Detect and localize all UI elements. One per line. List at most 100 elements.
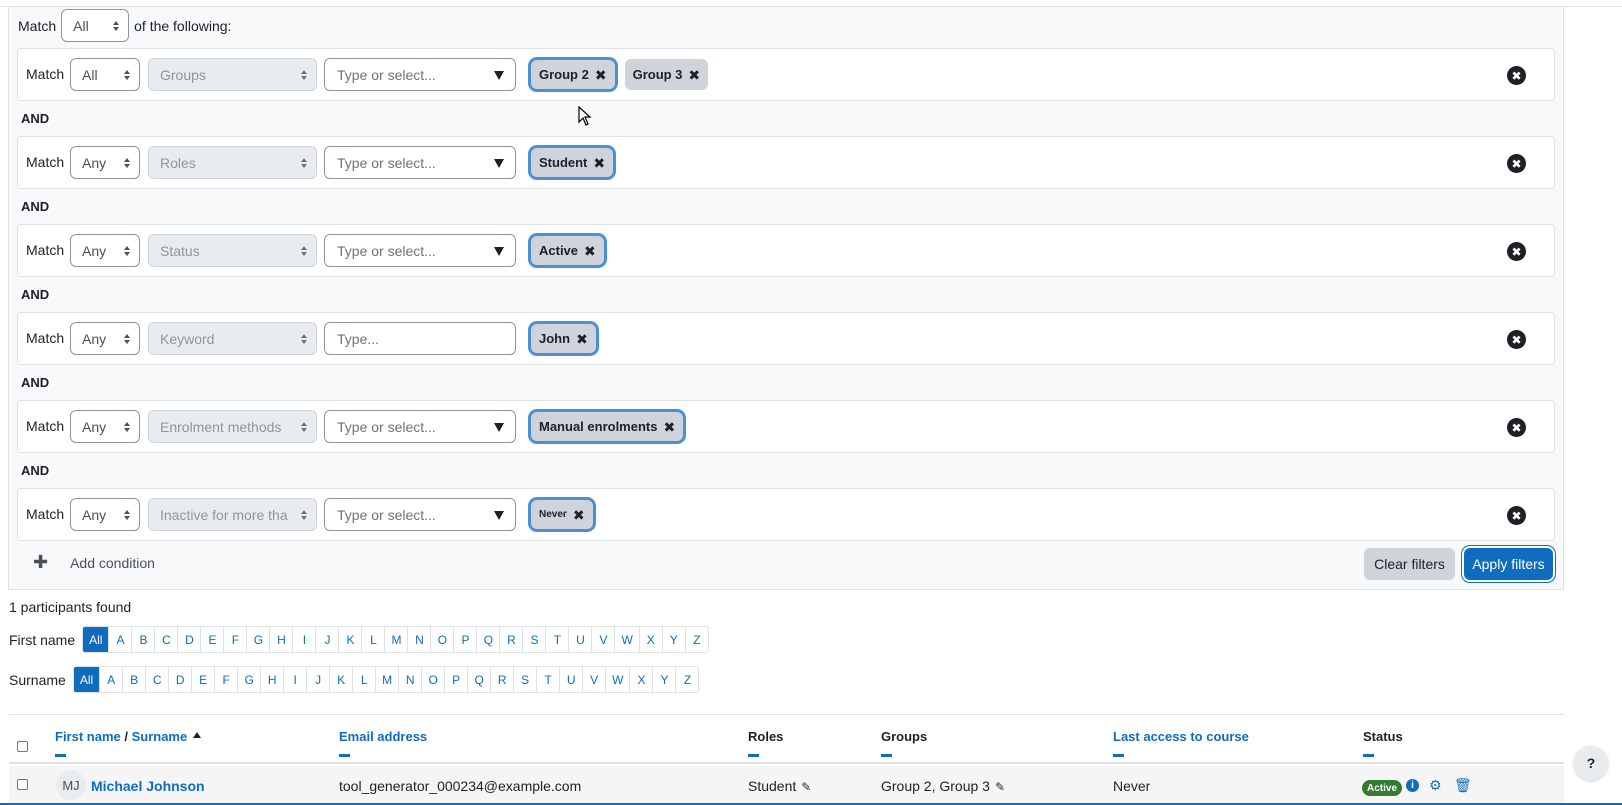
initial-letter-w[interactable]: W: [605, 667, 630, 692]
initial-letter-i[interactable]: I: [283, 667, 307, 692]
initial-letter-k[interactable]: K: [338, 627, 362, 652]
collapse-column-icon[interactable]: [1363, 754, 1374, 757]
initial-letter-s[interactable]: S: [513, 667, 537, 692]
condition-join-select[interactable]: All: [70, 58, 140, 91]
remove-chip-icon[interactable]: ✖: [584, 244, 596, 258]
initial-letter-t[interactable]: T: [545, 627, 569, 652]
select-all-checkbox[interactable]: [17, 741, 28, 752]
condition-value-input[interactable]: Type or select...: [324, 410, 516, 443]
enrolment-info-icon[interactable]: i: [1406, 779, 1419, 792]
condition-type-select-roles[interactable]: Roles: [148, 146, 317, 179]
initial-letter-o[interactable]: O: [430, 627, 454, 652]
row-checkbox[interactable]: [17, 779, 28, 790]
sort-last-access-link[interactable]: Last access to course: [1113, 729, 1249, 744]
initial-letter-m[interactable]: M: [375, 667, 399, 692]
initial-letter-s[interactable]: S: [522, 627, 546, 652]
initial-letter-e[interactable]: E: [191, 667, 215, 692]
collapse-column-icon[interactable]: [881, 754, 892, 757]
remove-chip-icon[interactable]: ✖: [595, 68, 607, 82]
remove-chip-icon[interactable]: ✖: [593, 156, 605, 170]
initial-letter-y[interactable]: Y: [661, 627, 685, 652]
condition-type-select-status[interactable]: Status: [148, 234, 317, 267]
filter-value-chip[interactable]: Group 2 ✖: [531, 60, 615, 89]
initial-letter-all[interactable]: All: [83, 627, 109, 652]
participant-name-link[interactable]: Michael Johnson: [91, 778, 205, 794]
filter-value-chip[interactable]: John ✖: [531, 324, 596, 353]
collapse-column-icon[interactable]: [748, 754, 759, 757]
dropdown-arrow-icon[interactable]: [494, 511, 504, 520]
dropdown-arrow-icon[interactable]: [494, 423, 504, 432]
collapse-column-icon[interactable]: [1113, 754, 1124, 757]
condition-value-input[interactable]: Type or select...: [324, 498, 516, 531]
remove-condition-icon[interactable]: ✖: [1507, 154, 1526, 173]
initial-letter-r[interactable]: R: [490, 667, 514, 692]
clear-filters-button[interactable]: Clear filters: [1364, 548, 1455, 580]
initial-letter-y[interactable]: Y: [652, 667, 676, 692]
condition-type-select-keyword[interactable]: Keyword: [148, 322, 317, 355]
remove-chip-icon[interactable]: ✖: [573, 508, 585, 522]
add-condition-button[interactable]: ✚ Add condition: [33, 552, 155, 573]
initial-letter-u[interactable]: U: [568, 627, 592, 652]
initial-letter-h[interactable]: H: [269, 627, 293, 652]
initial-letter-p[interactable]: P: [444, 667, 468, 692]
initial-letter-x[interactable]: X: [638, 627, 662, 652]
condition-join-select[interactable]: Any: [70, 146, 140, 179]
initial-letter-e[interactable]: E: [200, 627, 224, 652]
initial-letter-g[interactable]: G: [246, 627, 270, 652]
initial-letter-f[interactable]: F: [214, 667, 238, 692]
match-all-select[interactable]: All: [61, 9, 130, 42]
remove-condition-icon[interactable]: ✖: [1507, 506, 1526, 525]
apply-filters-button[interactable]: Apply filters: [1464, 548, 1553, 580]
filter-value-chip[interactable]: Active ✖: [531, 236, 604, 265]
remove-chip-icon[interactable]: ✖: [688, 68, 700, 82]
initial-letter-x[interactable]: X: [629, 667, 653, 692]
remove-condition-icon[interactable]: ✖: [1507, 418, 1526, 437]
initial-letter-g[interactable]: G: [237, 667, 261, 692]
remove-condition-icon[interactable]: ✖: [1507, 330, 1526, 349]
condition-type-select-groups[interactable]: Groups: [148, 58, 317, 91]
initial-letter-b[interactable]: B: [122, 667, 146, 692]
initial-letter-j[interactable]: J: [306, 667, 330, 692]
dropdown-arrow-icon[interactable]: [494, 159, 504, 168]
initial-letter-d[interactable]: D: [177, 627, 201, 652]
initial-letter-h[interactable]: H: [260, 667, 284, 692]
dropdown-arrow-icon[interactable]: [494, 71, 504, 80]
dropdown-arrow-icon[interactable]: [494, 247, 504, 256]
condition-value-input[interactable]: Type...: [324, 322, 516, 355]
collapse-column-icon[interactable]: [55, 754, 66, 757]
condition-value-input[interactable]: Type or select...: [324, 58, 516, 91]
trash-icon[interactable]: 🗑: [1454, 777, 1472, 794]
sort-surname-link[interactable]: Surname: [132, 729, 188, 744]
initial-letter-n[interactable]: N: [407, 627, 431, 652]
initial-letter-m[interactable]: M: [384, 627, 408, 652]
condition-join-select[interactable]: Any: [70, 234, 140, 267]
initial-letter-p[interactable]: P: [453, 627, 477, 652]
condition-join-select[interactable]: Any: [70, 410, 140, 443]
initial-letter-o[interactable]: O: [421, 667, 445, 692]
initial-letter-t[interactable]: T: [536, 667, 560, 692]
remove-condition-icon[interactable]: ✖: [1507, 66, 1526, 85]
condition-type-select-inactive-for-more-than[interactable]: Inactive for more than: [148, 498, 317, 531]
condition-join-select[interactable]: Any: [70, 498, 140, 531]
initial-letter-i[interactable]: I: [292, 627, 316, 652]
initial-letter-all[interactable]: All: [73, 667, 100, 692]
initial-letter-j[interactable]: J: [315, 627, 339, 652]
collapse-column-icon[interactable]: [339, 754, 350, 757]
initial-letter-w[interactable]: W: [614, 627, 639, 652]
filter-value-chip[interactable]: Student ✖: [531, 148, 614, 177]
edit-roles-pencil-icon[interactable]: ✎: [801, 780, 811, 794]
gear-icon[interactable]: ⚙: [1429, 777, 1442, 794]
help-button[interactable]: ?: [1574, 746, 1608, 780]
condition-join-select[interactable]: Any: [70, 322, 140, 355]
initial-letter-c[interactable]: C: [154, 627, 178, 652]
condition-type-select-enrolment-methods[interactable]: Enrolment methods: [148, 410, 317, 443]
edit-groups-pencil-icon[interactable]: ✎: [995, 780, 1005, 794]
initial-letter-k[interactable]: K: [329, 667, 353, 692]
sort-email-link[interactable]: Email address: [339, 729, 427, 744]
initial-letter-c[interactable]: C: [145, 667, 169, 692]
initial-letter-q[interactable]: Q: [467, 667, 491, 692]
condition-value-input[interactable]: Type or select...: [324, 234, 516, 267]
initial-letter-a[interactable]: A: [99, 667, 123, 692]
remove-chip-icon[interactable]: ✖: [576, 332, 588, 346]
initial-letter-l[interactable]: L: [361, 627, 385, 652]
